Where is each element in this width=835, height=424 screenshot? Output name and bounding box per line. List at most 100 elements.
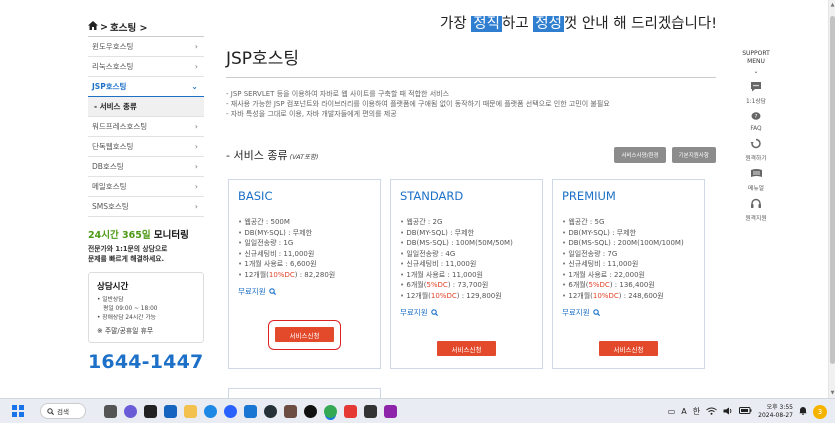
system-tray: ▭ A 한 오후 3:55 2024-08-27 3	[668, 399, 827, 424]
notification-bell-icon[interactable]	[799, 406, 807, 417]
app-w-icon[interactable]	[284, 404, 297, 418]
search-icon	[47, 407, 54, 415]
sidebar-item-mail[interactable]: 메일호스팅 ›	[88, 177, 204, 197]
chevron-right-icon: ›	[194, 182, 198, 191]
task-view-icon[interactable]	[104, 404, 117, 418]
browser-viewport: 가장 정직 하고 정성 껏 안내 해 드리겠습니다! > 호스팅 > 윈도우호스팅 ›…	[0, 0, 835, 398]
tray-lang-a[interactable]: A	[681, 407, 686, 416]
volume-icon[interactable]	[723, 407, 733, 417]
search-icon	[592, 309, 600, 316]
app-s-icon[interactable]	[244, 404, 257, 418]
sidebar-nav: 윈도우호스팅 › 리눅스호스팅 › JSP호스팅 ⌄ - 서비스 종류 워드프레스호스…	[88, 36, 204, 217]
apply-button-basic[interactable]: 서비스신청	[275, 327, 334, 342]
page-scrollbar[interactable]: ▲ ▼	[828, 0, 835, 398]
page-title: JSP호스팅	[226, 49, 299, 69]
plan-features: 웹공간 : 500M DB(MY-SQL) : 무제한 일일전송량 : 1G 신…	[238, 217, 380, 280]
tiktok-icon[interactable]	[304, 404, 317, 418]
plan-name: BASIC	[238, 189, 273, 203]
app-gear-icon[interactable]	[264, 404, 277, 418]
app-blue-icon[interactable]	[164, 404, 177, 418]
sidebar-item-wordpress[interactable]: 워드프레스호스팅 ›	[88, 117, 204, 137]
tray-layout-icon[interactable]: ▭	[668, 407, 676, 416]
filezilla-icon[interactable]	[344, 404, 357, 418]
app-figure-icon[interactable]	[384, 404, 397, 418]
manual-icon	[731, 168, 781, 182]
sidebar-item-linux[interactable]: 리눅스호스팅 ›	[88, 57, 204, 77]
sidebar-item-windows[interactable]: 윈도우호스팅 ›	[88, 37, 204, 57]
plan-name: STANDARD	[400, 189, 464, 203]
sidebar-item-jsp[interactable]: JSP호스팅 ⌄	[88, 77, 204, 97]
section-title: - 서비스 종류 (VAT포함)	[226, 149, 319, 162]
sidebar-subitem-service-types[interactable]: - 서비스 종류	[88, 97, 204, 117]
breadcrumb-current[interactable]: 호스팅 >	[110, 20, 148, 34]
apply-button-premium[interactable]: 서비스신청	[599, 341, 658, 356]
file-explorer-icon[interactable]	[184, 404, 197, 418]
chevron-right-icon: ›	[194, 142, 198, 151]
plan-name: PREMIUM	[562, 189, 616, 203]
wifi-icon[interactable]	[706, 407, 717, 417]
support-item-chat[interactable]: 1:1상담	[731, 81, 781, 105]
main-content: JSP호스팅 - JSP SERVLET 등을 이용하여 자바로 웹 사이트를 …	[226, 44, 716, 163]
slogan: 가장 정직 하고 정성 껏 안내 해 드리겠습니다!	[440, 16, 718, 32]
faq-icon: ?	[731, 111, 781, 125]
terminal-icon[interactable]	[364, 404, 377, 418]
taskbar-apps	[104, 404, 397, 418]
home-icon[interactable]	[88, 21, 98, 33]
monitoring-heading: 24시간 365일 모니터링	[88, 230, 189, 241]
chevron-right-icon: ›	[194, 122, 198, 131]
apply-button-standard[interactable]: 서비스신청	[437, 341, 496, 356]
edge-icon[interactable]	[204, 404, 217, 418]
windows-start-icon[interactable]	[12, 405, 24, 417]
chevron-right-icon: ›	[194, 202, 198, 211]
app-dark-icon[interactable]	[144, 404, 157, 418]
windows-taskbar: 검색 ▭ A 한 오후 3:55 2024-08-27 3	[0, 398, 835, 423]
spec-env-button[interactable]: 서비스사양/환경	[614, 147, 666, 163]
chevron-right-icon: ›	[194, 62, 198, 71]
title-divider	[226, 77, 716, 78]
phone-number: 1644-1447	[88, 351, 204, 373]
tray-lang-ko[interactable]: 한	[693, 406, 700, 417]
notification-badge[interactable]: 3	[813, 404, 827, 419]
chevron-down-icon: ⌄	[191, 82, 198, 91]
scroll-down-icon[interactable]: ▼	[829, 390, 835, 396]
sidebar-item-sms[interactable]: SMS호스팅 ›	[88, 197, 204, 217]
support-item-manual[interactable]: 메뉴얼	[731, 168, 781, 192]
support-item-remote-support[interactable]: 원격지원	[731, 198, 781, 222]
scroll-up-icon[interactable]: ▲	[829, 2, 835, 8]
taskbar-clock[interactable]: 오후 3:55 2024-08-27	[758, 404, 793, 419]
basic-support-button[interactable]: 기본지원사항	[671, 147, 716, 163]
chevron-down-icon[interactable]: ⌄	[731, 68, 781, 75]
sidebar-item-db[interactable]: DB호스팅 ›	[88, 157, 204, 177]
remote-icon	[731, 138, 781, 152]
chevron-right-icon: ›	[194, 42, 198, 51]
consult-hours-box: 상담시간 • 일반상담 평일 09:00 ~ 18:00 • 장애상담 24시간…	[88, 272, 204, 343]
chevron-right-icon: ›	[194, 162, 198, 171]
free-trial-link[interactable]: 무료지원	[400, 307, 542, 318]
chrome-icon[interactable]	[324, 404, 337, 418]
service-types-header: - 서비스 종류 (VAT포함) 서비스사양/환경 기본지원사항	[226, 147, 716, 163]
app-circle-icon[interactable]	[224, 404, 237, 418]
search-icon	[268, 288, 276, 295]
svg-text:?: ?	[755, 114, 758, 120]
plan-features: 웹공간 : 5G DB(MY-SQL) : 무제한 DB(MS-SQL) : 2…	[562, 217, 704, 301]
support-item-remote[interactable]: 원격하기	[731, 138, 781, 162]
sidebar-item-dedicated-web[interactable]: 단독웹호스팅 ›	[88, 137, 204, 157]
left-sidebar: > 호스팅 > 윈도우호스팅 › 리눅스호스팅 › JSP호스팅 ⌄ - 서비스 종류…	[88, 18, 204, 373]
breadcrumb: > 호스팅 >	[88, 18, 204, 36]
taskbar-search[interactable]: 검색	[40, 403, 86, 419]
free-trial-link[interactable]: 무료지원	[562, 307, 704, 318]
monitoring-desc: 전문가와 1:1문의 상담으로 문제를 빠르게 해결하세요.	[88, 245, 168, 263]
plan-features: 웹공간 : 2G DB(MY-SQL) : 무제한 DB(MS-SQL) : 1…	[400, 217, 542, 301]
plan-card-next-partial	[228, 388, 381, 398]
headset-icon	[731, 198, 781, 212]
copilot-icon[interactable]	[124, 404, 137, 418]
free-trial-link[interactable]: 무료지원	[238, 286, 380, 297]
scrollbar-thumb[interactable]	[830, 16, 835, 364]
slogan-highlight-1: 정직	[471, 16, 502, 32]
battery-icon[interactable]	[739, 407, 752, 416]
slogan-highlight-2: 정성	[533, 16, 564, 32]
chat-icon	[731, 81, 781, 95]
service-description: - JSP SERVLET 등을 이용하여 자바로 웹 사이트를 구축할 때 적…	[226, 90, 610, 118]
search-icon	[430, 309, 438, 316]
support-item-faq[interactable]: ? FAQ	[731, 111, 781, 132]
